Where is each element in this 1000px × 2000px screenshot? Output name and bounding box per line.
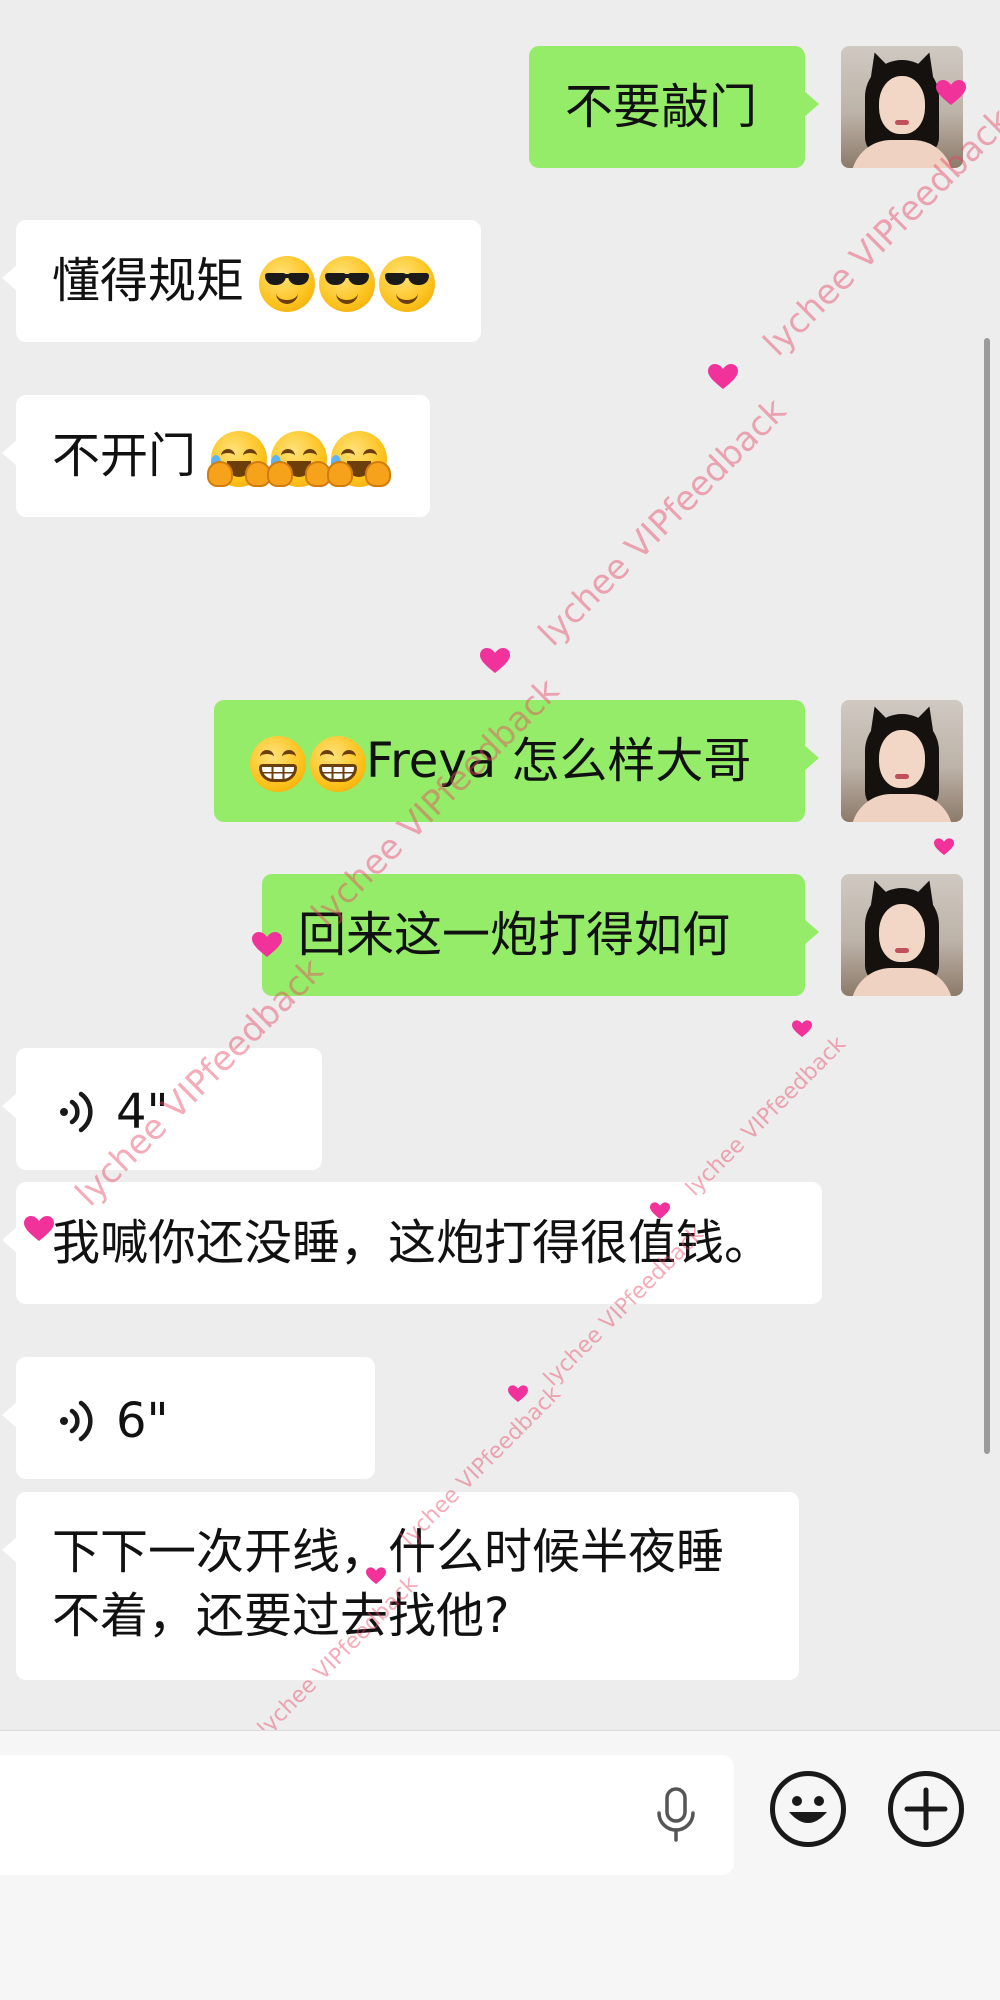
voice-wave-icon: [60, 1400, 93, 1442]
voice-wave-icon: [60, 1091, 93, 1133]
message-bubble-incoming[interactable]: 不开门: [2, 395, 430, 517]
message-text: 回来这一炮打得如何: [298, 907, 731, 963]
heart-icon: [792, 1020, 812, 1037]
avatar[interactable]: [841, 700, 963, 822]
message-input[interactable]: [0, 1755, 734, 1875]
smiling-face-with-sunglasses-icon: [379, 256, 436, 312]
grinning-face-with-teeth-icon: [310, 736, 366, 792]
voice-transcription-bubble[interactable]: 下下一次开线，什么时候半夜睡 不着，还要过去找他?: [2, 1492, 799, 1680]
avatar[interactable]: [841, 874, 963, 996]
heart-icon: [934, 838, 954, 855]
message-text-line: 下下一次开线，什么时候半夜睡: [52, 1524, 725, 1580]
voice-duration: 6": [116, 1393, 169, 1449]
grinning-face-with-teeth-icon: [250, 736, 306, 792]
heart-icon: [508, 1385, 528, 1402]
input-bar: [0, 1730, 1000, 2000]
message-bubble-outgoing[interactable]: 回来这一炮打得如何: [262, 874, 819, 996]
smiling-face-with-sunglasses-icon: [259, 256, 316, 312]
message-text: 懂得规矩: [52, 253, 245, 309]
chat-screen: 不要敲门 懂得规矩 不开门 Freya 怎么样大哥 回来这一炮打得如何 4" 我…: [0, 0, 1000, 2000]
message-bubble-incoming[interactable]: 懂得规矩: [2, 220, 481, 342]
voice-transcription-bubble[interactable]: 我喊你还没睡，这炮打得很值钱。: [2, 1182, 822, 1304]
smiley-face-icon: [789, 1796, 827, 1823]
microphone-icon[interactable]: [654, 1787, 698, 1843]
rolling-on-floor-laughing-icon: [327, 431, 392, 487]
smiling-face-with-sunglasses-icon: [319, 256, 376, 312]
emoji-button[interactable]: [770, 1771, 846, 1847]
message-text: Freya 怎么样大哥: [366, 733, 752, 789]
watermark-text: lychee VIPfeedback: [681, 1031, 851, 1202]
scrollbar[interactable]: [984, 338, 990, 1454]
voice-duration: 4": [116, 1084, 169, 1140]
more-options-button[interactable]: [888, 1771, 964, 1847]
message-bubble-outgoing[interactable]: Freya 怎么样大哥: [214, 700, 819, 822]
heart-icon: [708, 364, 738, 389]
message-bubble-outgoing[interactable]: 不要敲门: [529, 46, 819, 168]
rolling-on-floor-laughing-icon: [267, 431, 332, 487]
message-text: 我喊你还没睡，这炮打得很值钱。: [52, 1215, 773, 1271]
message-text: 不要敲门: [565, 79, 758, 135]
avatar[interactable]: [841, 46, 963, 168]
plus-icon: [904, 1787, 948, 1831]
rolling-on-floor-laughing-icon: [207, 431, 272, 487]
voice-message-bubble[interactable]: 4": [2, 1048, 322, 1170]
watermark-text: lychee VIPfeedback: [530, 390, 795, 655]
voice-message-bubble[interactable]: 6": [2, 1357, 375, 1479]
heart-icon: [480, 648, 510, 673]
message-text: 不开门: [52, 428, 197, 484]
message-text-line: 不着，还要过去找他?: [52, 1588, 510, 1644]
